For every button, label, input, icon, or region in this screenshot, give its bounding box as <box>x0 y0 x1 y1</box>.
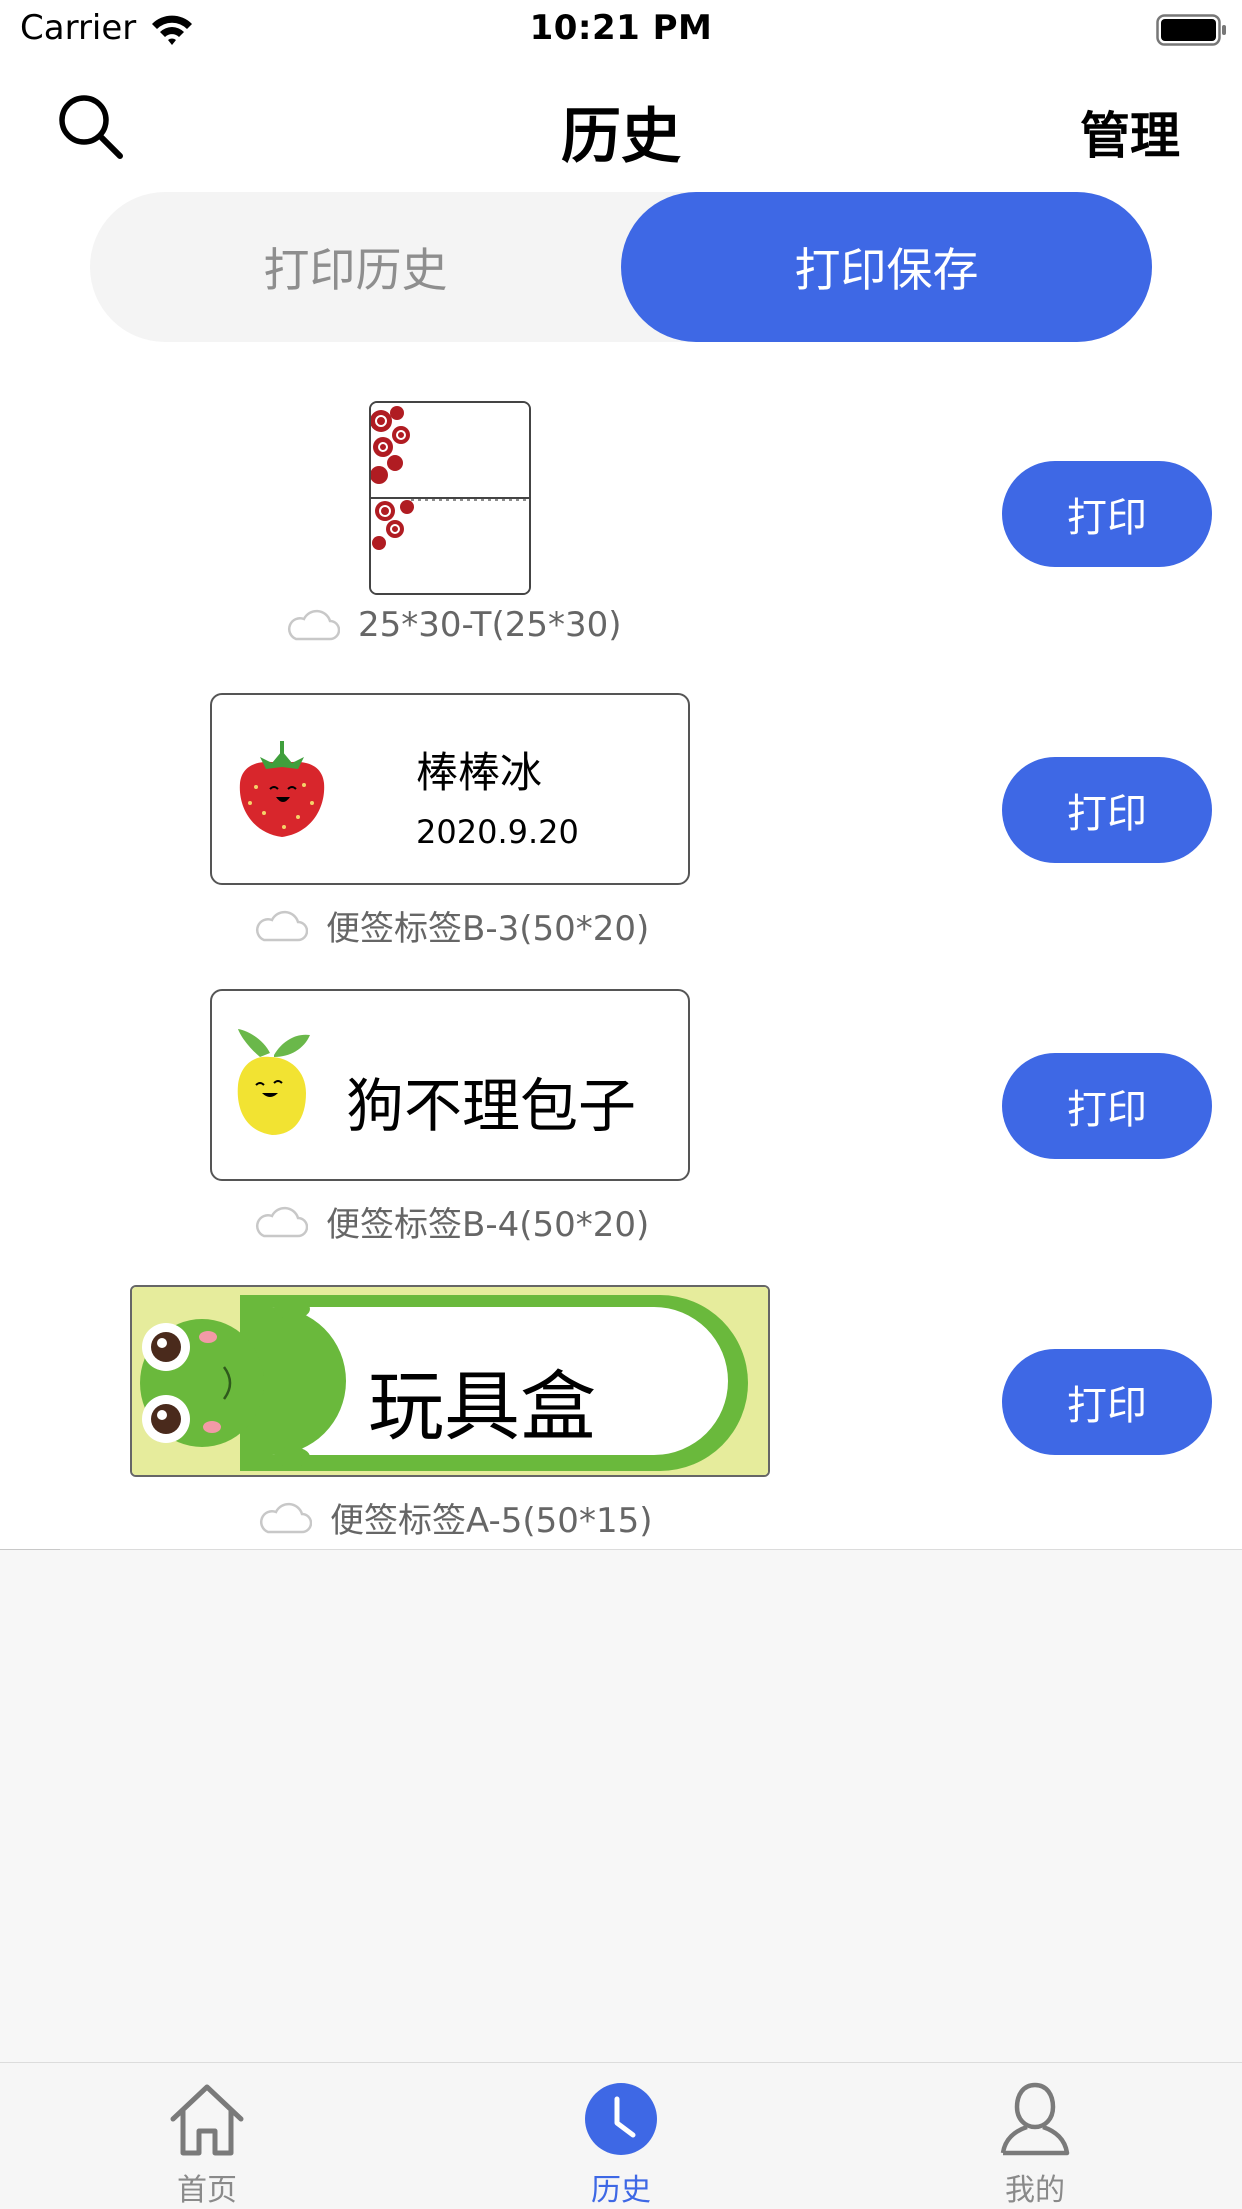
mango-image <box>237 1029 310 1135</box>
screen: Carrier 10:21 PM 历史 管理 打印历史 打印保存 25*30-T… <box>0 0 1242 2209</box>
cloud-icon <box>259 1502 312 1533</box>
label-date: 2020.9.20 <box>416 813 579 851</box>
print-button[interactable]: 打印 <box>1002 461 1212 567</box>
list-item[interactable]: 棒棒冰 2020.9.20 便签标签B-3(50*20) 打印 <box>0 661 1242 959</box>
list-item[interactable]: 玩具盒 便签标签A-5(50*15) 打印 <box>0 1253 1242 1551</box>
template-name: 便签标签A-5(50*15) <box>330 1501 653 1541</box>
tab-home[interactable]: 首页 <box>0 2063 414 2209</box>
label-title: 棒棒冰 <box>416 748 543 797</box>
nav-bar: 历史 管理 <box>0 62 1242 186</box>
segmented-control: 打印历史 打印保存 <box>90 192 1152 342</box>
template-name: 便签标签B-3(50*20) <box>326 909 650 949</box>
template-name: 25*30-T(25*30) <box>358 605 622 645</box>
item-caption: 便签标签B-3(50*20) <box>252 901 649 950</box>
clock-icon <box>585 2083 657 2155</box>
cloud-icon <box>287 609 340 641</box>
person-icon <box>1000 2082 1070 2156</box>
battery-icon <box>1156 14 1226 46</box>
item-caption: 便签标签B-4(50*20) <box>252 1197 649 1246</box>
tab-history[interactable]: 历史 <box>414 2063 828 2209</box>
tab-print-history[interactable]: 打印历史 <box>90 192 621 342</box>
list-item[interactable]: 狗不理包子 便签标签B-4(50*20) 打印 <box>0 957 1242 1255</box>
label-preview-frog: 玩具盒 <box>130 1285 770 1477</box>
item-caption: 25*30-T(25*30) <box>284 605 622 645</box>
empty-area <box>0 1550 1242 2062</box>
status-bar: Carrier 10:21 PM <box>0 0 1242 62</box>
print-button[interactable]: 打印 <box>1002 1053 1212 1159</box>
manage-button[interactable]: 管理 <box>1080 96 1180 168</box>
tab-label: 首页 <box>177 2173 237 2208</box>
tab-profile[interactable]: 我的 <box>828 2063 1242 2209</box>
print-button[interactable]: 打印 <box>1002 757 1212 863</box>
status-time: 10:21 PM <box>529 8 713 48</box>
tab-bar: 首页 历史 我的 <box>0 2062 1242 2209</box>
list-item[interactable]: 25*30-T(25*30) 打印 <box>0 365 1242 663</box>
label-title: 狗不理包子 <box>346 1072 637 1140</box>
label-title: 玩具盒 <box>368 1362 596 1451</box>
ornament-image <box>371 403 529 593</box>
cloud-icon <box>255 910 308 941</box>
page-title: 历史 <box>561 102 681 172</box>
label-preview-mango: 狗不理包子 <box>210 989 690 1181</box>
tab-label: 我的 <box>1005 2173 1065 2208</box>
template-name: 便签标签B-4(50*20) <box>326 1205 650 1245</box>
cloud-icon <box>255 1206 308 1237</box>
strawberry-image <box>239 741 325 837</box>
print-button[interactable]: 打印 <box>1002 1349 1212 1455</box>
label-preview-blank <box>369 401 531 595</box>
item-caption: 便签标签A-5(50*15) <box>256 1493 652 1542</box>
tab-print-saved[interactable]: 打印保存 <box>621 192 1152 342</box>
home-icon <box>170 2084 244 2156</box>
label-preview-strawberry: 棒棒冰 2020.9.20 <box>210 693 690 885</box>
tab-label: 历史 <box>591 2173 651 2208</box>
